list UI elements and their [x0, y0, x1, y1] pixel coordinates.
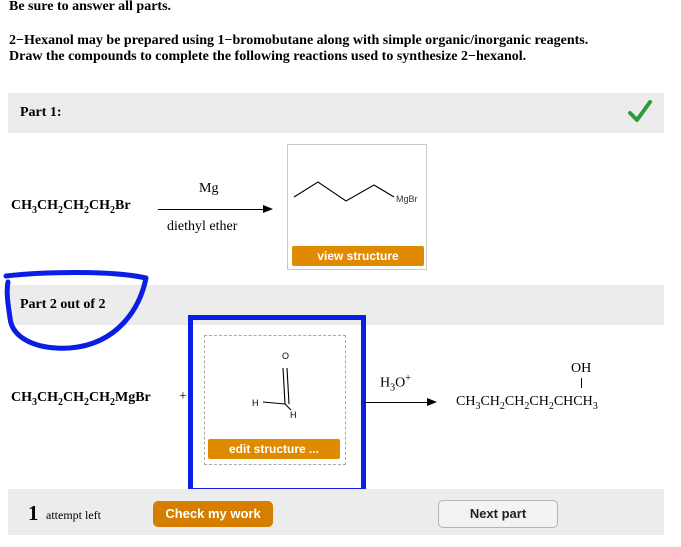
part-1-arrow: [158, 209, 264, 210]
part-2-reagent-above: H3O+: [380, 373, 411, 394]
product-oh-label: OH: [571, 361, 592, 376]
part-2-arrow: [364, 402, 430, 403]
annotation-highlight-box: [188, 315, 366, 493]
instructions-heading: Be sure to answer all parts.: [9, 0, 172, 14]
footer-bar: 1 attempt left Check my work Next part: [8, 489, 664, 535]
attempts-count: 1: [28, 501, 39, 525]
check-my-work-button[interactable]: Check my work: [153, 501, 273, 527]
part-1-header: Part 1:: [8, 93, 664, 133]
view-structure-button[interactable]: view structure: [292, 246, 424, 266]
part-1-arrow-head: [263, 205, 273, 213]
annotation-loop: [3, 270, 149, 351]
mgbr-label: MgBr: [396, 194, 418, 204]
instructions-line-2: Draw the compounds to complete the follo…: [9, 49, 527, 64]
part-1-label: Part 1:: [20, 105, 62, 120]
instructions-line-1: 2−Hexanol may be prepared using 1−bromob…: [9, 33, 589, 48]
part-1-product-box: MgBr view structure: [287, 144, 427, 270]
attempts-text: attempt left: [46, 508, 101, 522]
part-1-reagent-above: Mg: [199, 181, 219, 196]
product-oh-bond: [581, 378, 582, 388]
checkmark-icon: [628, 100, 652, 122]
part-1-reagent-below: diethyl ether: [167, 219, 238, 234]
next-part-button[interactable]: Next part: [438, 500, 558, 528]
part-2-reactant: CH3CH2CH2CH2MgBr: [11, 390, 151, 408]
part-2-product: CH3CH2CH2CH2CHCH3: [456, 394, 598, 412]
plus-sign: +: [179, 389, 187, 404]
part-1-reactant: CH3CH2CH2CH2Br: [11, 198, 131, 216]
part-2-arrow-head: [427, 398, 437, 406]
